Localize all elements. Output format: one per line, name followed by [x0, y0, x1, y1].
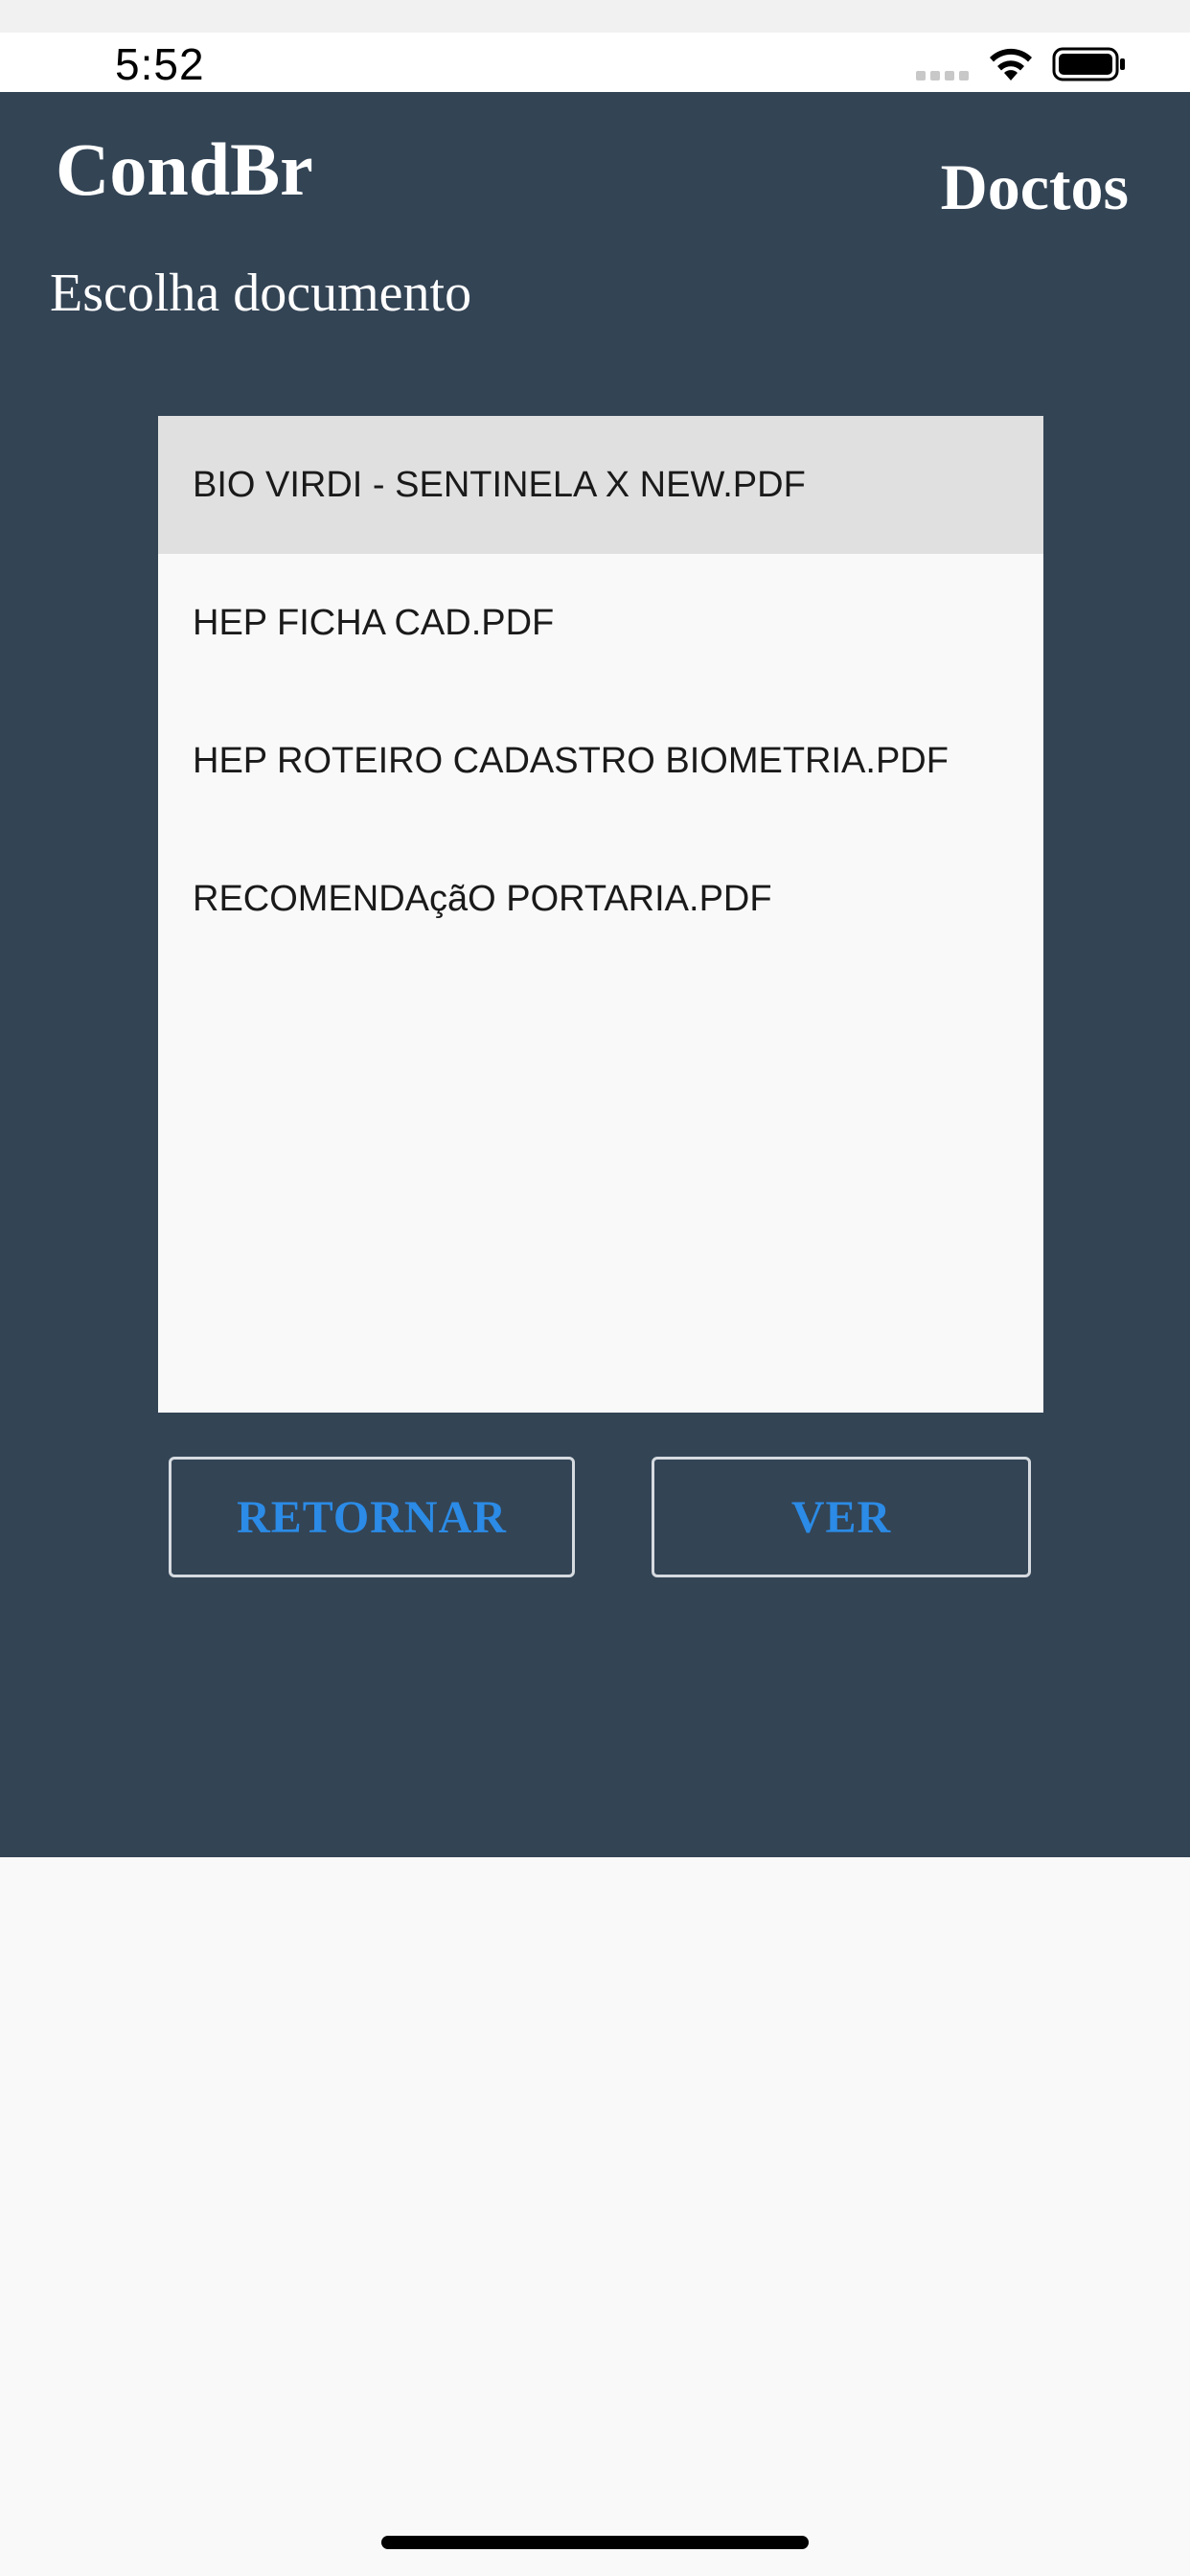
document-item-label: HEP FICHA CAD.PDF	[193, 602, 555, 643]
status-bar: 5:52	[0, 33, 1190, 92]
signal-dots-icon	[916, 71, 969, 80]
app-panel: CondBr Doctos Escolha documento BIO VIRD…	[0, 92, 1190, 1857]
view-button[interactable]: VER	[652, 1457, 1031, 1577]
document-item[interactable]: RECOMENDAçãO PORTARIA.PDF	[158, 830, 1043, 968]
status-time: 5:52	[115, 39, 205, 89]
document-item-label: HEP ROTEIRO CADASTRO BIOMETRIA.PDF	[193, 740, 949, 781]
wifi-icon	[990, 48, 1032, 80]
document-item[interactable]: HEP ROTEIRO CADASTRO BIOMETRIA.PDF	[158, 692, 1043, 830]
document-item[interactable]: HEP FICHA CAD.PDF	[158, 554, 1043, 692]
section-title: Doctos	[940, 150, 1129, 223]
document-item-label: BIO VIRDI - SENTINELA X NEW.PDF	[193, 464, 806, 505]
document-item[interactable]: BIO VIRDI - SENTINELA X NEW.PDF	[158, 416, 1043, 554]
document-item-label: RECOMENDAçãO PORTARIA.PDF	[193, 878, 772, 919]
document-list[interactable]: BIO VIRDI - SENTINELA X NEW.PDF HEP FICH…	[158, 416, 1043, 1413]
battery-icon	[1052, 47, 1125, 81]
home-indicator[interactable]	[381, 2536, 809, 2549]
top-strip	[0, 0, 1190, 33]
return-button[interactable]: RETORNAR	[169, 1457, 575, 1577]
page-subtitle: Escolha documento	[50, 264, 472, 323]
app-title: CondBr	[56, 127, 313, 211]
